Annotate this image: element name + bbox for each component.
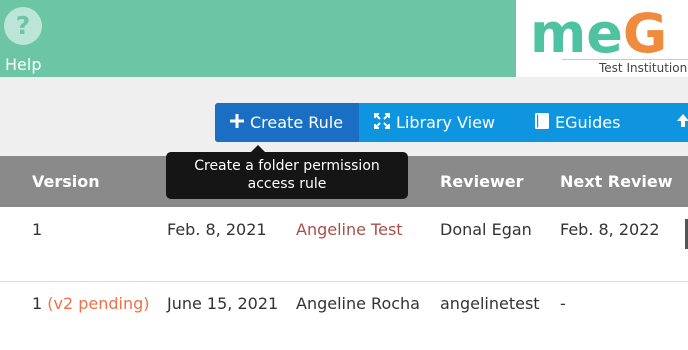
column-next-review[interactable]: Next Review	[560, 156, 673, 207]
create-rule-button[interactable]: Create Rule	[215, 103, 359, 142]
reviewer-cell: angelinetest	[440, 294, 540, 313]
logo-text: meG	[530, 4, 667, 60]
create-rule-tooltip: Create a folder permission access rule	[166, 152, 408, 199]
upload-button[interactable]	[670, 103, 688, 142]
column-version[interactable]: Version	[32, 156, 100, 207]
owner-cell: Angeline Rocha	[296, 294, 420, 313]
column-reviewer[interactable]: Reviewer	[440, 156, 523, 207]
upload-icon	[675, 113, 688, 133]
meg-logo: meG	[530, 4, 667, 60]
top-bar: ? Help meG Test Institution	[0, 0, 688, 77]
last-updated-cell: Feb. 8, 2021	[167, 220, 267, 239]
reviewer-cell: Donal Egan	[440, 220, 532, 239]
eguides-button[interactable]: EGuides	[505, 103, 635, 142]
next-review-cell: Feb. 8, 2022	[560, 220, 660, 239]
help-icon: ?	[4, 7, 42, 45]
eguides-label: EGuides	[555, 113, 621, 132]
owner-link[interactable]: Angeline Test	[296, 220, 403, 240]
table-row: 1 Feb. 8, 2021 Angeline Test Donal Egan …	[0, 207, 688, 282]
library-view-button[interactable]: Library View	[359, 103, 505, 142]
book-icon	[535, 112, 549, 133]
action-toolbar: Create Rule Library View EGuides	[215, 103, 688, 142]
tooltip-line-2: access rule	[247, 176, 327, 192]
plus-icon	[230, 113, 244, 132]
version-cell: 1	[32, 220, 43, 239]
version-cell: 1 (v2 pending)	[32, 294, 150, 314]
help-button[interactable]: ? Help	[0, 0, 60, 77]
tooltip-line-1: Create a folder permission	[194, 158, 380, 174]
last-updated-cell: June 15, 2021	[167, 294, 279, 313]
library-view-label: Library View	[396, 113, 495, 132]
help-label: Help	[5, 55, 42, 74]
create-rule-label: Create Rule	[250, 113, 344, 132]
expand-icon	[374, 112, 390, 133]
table-row: 1 (v2 pending) June 15, 2021 Angeline Ro…	[0, 282, 688, 350]
logo-divider	[562, 59, 688, 60]
logo-area: meG Test Institution	[516, 0, 688, 77]
tooltip-arrow	[251, 145, 265, 152]
version-number: 1	[32, 294, 43, 313]
next-review-cell: -	[560, 294, 566, 313]
institution-name: Test Institution	[599, 61, 688, 75]
pending-version-link[interactable]: (v2 pending)	[47, 294, 149, 313]
